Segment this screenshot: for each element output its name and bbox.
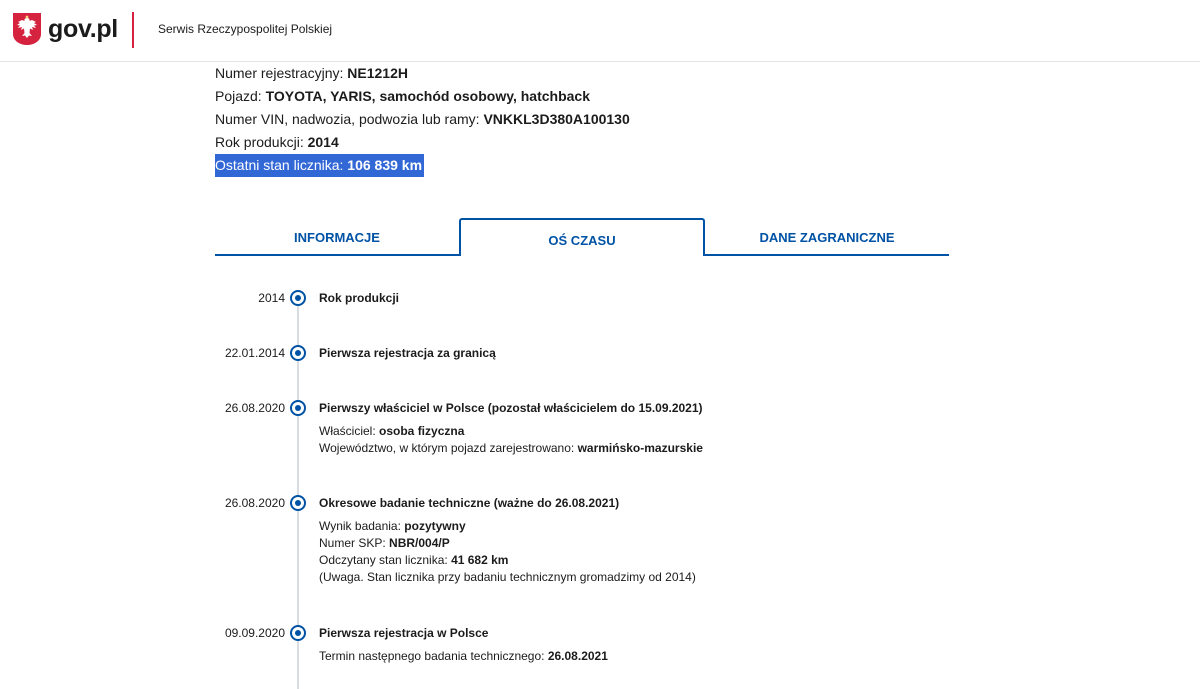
event-date: 22.01.2014 bbox=[224, 346, 285, 360]
timeline: 2014 Rok produkcji 22.01.2014 Pierwsza r… bbox=[0, 280, 1200, 689]
timeline-dot-icon bbox=[290, 625, 306, 641]
detail-line: Termin następnego badania technicznego: … bbox=[319, 648, 608, 665]
event-title: Okresowe badanie techniczne (ważne do 26… bbox=[319, 496, 620, 510]
detail-value: 41 682 km bbox=[451, 553, 509, 567]
vehicle-value: TOYOTA, YARIS, samochód osobowy, hatchba… bbox=[265, 88, 590, 104]
production-year-value: 2014 bbox=[307, 134, 339, 150]
event-date: 26.08.2020 bbox=[224, 496, 285, 510]
timeline-dot-icon bbox=[290, 290, 306, 306]
timeline-dot-icon bbox=[290, 400, 306, 416]
detail-value: 26.08.2021 bbox=[547, 649, 608, 663]
event-date: 26.08.2020 bbox=[224, 401, 285, 415]
registration-label: Numer rejestracyjny: bbox=[215, 65, 348, 81]
detail-label: Wynik badania: bbox=[319, 519, 405, 533]
detail-note: (Uwaga. Stan licznika przy badaniu techn… bbox=[319, 570, 696, 584]
detail-line: (Uwaga. Stan licznika przy badaniu techn… bbox=[319, 569, 696, 586]
polish-eagle-emblem-icon bbox=[13, 13, 41, 45]
event-title: Pierwsza rejestracja w Polsce bbox=[319, 626, 489, 640]
detail-value: warmińsko-mazurskie bbox=[577, 441, 703, 455]
tab-os-czasu[interactable]: OŚ CZASU bbox=[459, 218, 705, 256]
tab-bar: INFORMACJE OŚ CZASU DANE ZAGRANICZNE bbox=[215, 218, 949, 256]
odometer-label: Ostatni stan licznika: bbox=[215, 157, 348, 173]
event-details: Właściciel: osoba fizyczna Województwo, … bbox=[319, 423, 703, 457]
detail-value: NBR/004/P bbox=[389, 536, 450, 550]
tab-informacje[interactable]: INFORMACJE bbox=[215, 218, 459, 256]
detail-value: pozytywny bbox=[404, 519, 466, 533]
timeline-dot-icon bbox=[290, 495, 306, 511]
production-year-row: Rok produkcji: 2014 bbox=[215, 131, 630, 154]
header-subtitle: Serwis Rzeczypospolitej Polskiej bbox=[158, 22, 333, 36]
vehicle-info: Numer rejestracyjny: NE1212H Pojazd: TOY… bbox=[215, 62, 630, 177]
detail-label: Numer SKP: bbox=[319, 536, 390, 550]
detail-line: Numer SKP: NBR/004/P bbox=[319, 535, 696, 552]
vehicle-label: Pojazd: bbox=[215, 88, 266, 104]
gov-pl-logo-link[interactable]: gov.pl bbox=[12, 12, 118, 46]
event-details: Wynik badania: pozytywny Numer SKP: NBR/… bbox=[319, 518, 696, 586]
detail-label: Województwo, w którym pojazd zarejestrow… bbox=[319, 441, 578, 455]
detail-label: Właściciel: bbox=[319, 424, 380, 438]
event-title: Rok produkcji bbox=[319, 291, 400, 305]
detail-value: osoba fizyczna bbox=[379, 424, 465, 438]
logo-text: gov.pl bbox=[48, 14, 118, 43]
timeline-dot-icon bbox=[290, 345, 306, 361]
event-title: Pierwszy właściciel w Polsce (pozostał w… bbox=[319, 401, 703, 415]
detail-label: Odczytany stan licznika: bbox=[319, 553, 452, 567]
event-date: 09.09.2020 bbox=[224, 626, 285, 640]
detail-line: Właściciel: osoba fizyczna bbox=[319, 423, 703, 440]
vin-row: Numer VIN, nadwozia, podwozia lub ramy: … bbox=[215, 108, 630, 131]
detail-line: Województwo, w którym pojazd zarejestrow… bbox=[319, 440, 703, 457]
header-divider bbox=[132, 12, 134, 48]
site-header: gov.pl Serwis Rzeczypospolitej Polskiej bbox=[0, 0, 1200, 62]
vin-value: VNKKL3D380A100130 bbox=[483, 111, 630, 127]
tab-dane-zagraniczne[interactable]: DANE ZAGRANICZNE bbox=[705, 218, 949, 256]
detail-line: Odczytany stan licznika: 41 682 km bbox=[319, 552, 696, 569]
registration-value: NE1212H bbox=[347, 65, 408, 81]
registration-row: Numer rejestracyjny: NE1212H bbox=[215, 62, 630, 85]
event-title: Pierwsza rejestracja za granicą bbox=[319, 346, 496, 360]
production-year-label: Rok produkcji: bbox=[215, 134, 308, 150]
detail-label: Termin następnego badania technicznego: bbox=[319, 649, 548, 663]
event-details: Termin następnego badania technicznego: … bbox=[319, 648, 608, 665]
vin-label: Numer VIN, nadwozia, podwozia lub ramy: bbox=[215, 111, 484, 127]
event-date: 2014 bbox=[258, 291, 285, 305]
odometer-row: Ostatni stan licznika: 106 839 km bbox=[215, 154, 425, 177]
odometer-value: 106 839 km bbox=[347, 157, 423, 173]
vehicle-row: Pojazd: TOYOTA, YARIS, samochód osobowy,… bbox=[215, 85, 630, 108]
detail-line: Wynik badania: pozytywny bbox=[319, 518, 696, 535]
